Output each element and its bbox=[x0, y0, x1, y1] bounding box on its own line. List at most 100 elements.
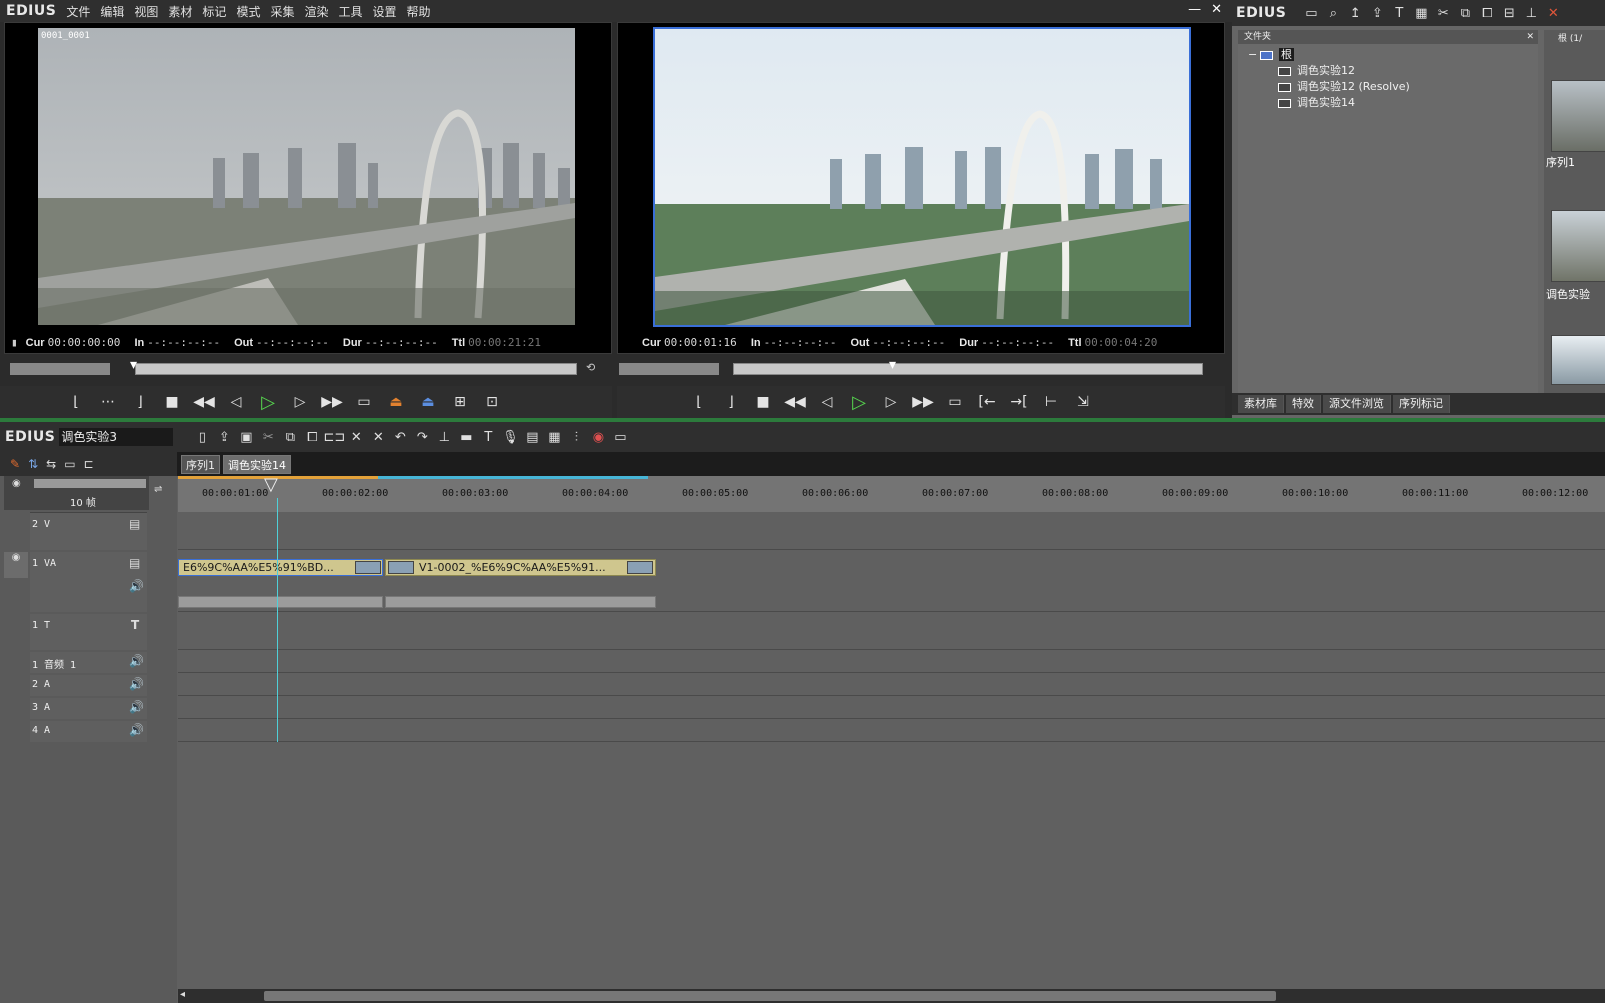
sync-icon[interactable]: ⊡ bbox=[478, 391, 506, 413]
rec-next-frame-icon[interactable]: ▷ bbox=[877, 391, 905, 413]
snap-icon[interactable]: ▭ bbox=[64, 457, 75, 471]
cut-icon[interactable]: ✂ bbox=[257, 427, 279, 447]
add-to-bin-icon[interactable]: ⊞ bbox=[446, 391, 474, 413]
timeline-clip[interactable]: E6%9C%AA%E5%91%BD... bbox=[178, 559, 383, 576]
add-to-timeline-icon[interactable]: ⊥ bbox=[1520, 3, 1542, 23]
set-in-icon[interactable]: ⌊ bbox=[62, 391, 90, 413]
folder-panel-close-icon[interactable]: ✕ bbox=[1526, 30, 1534, 44]
export-icon[interactable]: ⇲ bbox=[1069, 391, 1097, 413]
mode-icon[interactable]: ✎ bbox=[10, 457, 20, 471]
player-playhead-icon[interactable]: ▾ bbox=[130, 357, 137, 373]
redo-icon[interactable]: ↷ bbox=[411, 427, 433, 447]
track-a2-header[interactable]: 2 A 🔊 bbox=[30, 675, 147, 696]
up-folder-icon[interactable]: ↥ bbox=[1344, 3, 1366, 23]
title-icon[interactable]: T bbox=[477, 427, 499, 447]
rec-prev-frame-icon[interactable]: ◁ bbox=[813, 391, 841, 413]
delete-icon[interactable]: ✕ bbox=[345, 427, 367, 447]
speaker-icon[interactable]: 🔊 bbox=[129, 579, 144, 593]
clip-thumbnail[interactable] bbox=[1551, 80, 1605, 152]
trim-icon[interactable]: ⊢ bbox=[1037, 391, 1065, 413]
rec-stop-icon[interactable]: ■ bbox=[749, 391, 777, 413]
track-v2-header[interactable]: 2 V ▤ bbox=[30, 512, 147, 550]
scroll-left-icon[interactable]: ◂ bbox=[180, 989, 185, 1000]
rec-rewind-icon[interactable]: ◀◀ bbox=[781, 391, 809, 413]
import-icon[interactable]: ⇪ bbox=[1366, 3, 1388, 23]
tab-effects[interactable]: 特效 bbox=[1286, 395, 1321, 413]
lane-a1[interactable] bbox=[178, 652, 1605, 673]
speaker-icon[interactable]: 🔊 bbox=[129, 700, 144, 714]
rec-loop-icon[interactable]: ▭ bbox=[941, 391, 969, 413]
project-name-field[interactable]: 调色实验3 bbox=[59, 428, 174, 446]
video-track-icon[interactable]: ▤ bbox=[129, 517, 140, 531]
va1-eye-icon[interactable]: ◉ bbox=[4, 552, 28, 578]
scroll-thumb[interactable] bbox=[264, 991, 1276, 1001]
zoom-level[interactable]: 10 帧 bbox=[70, 494, 96, 509]
track-va1-header[interactable]: 1 VA ▤ 🔊 bbox=[30, 552, 147, 612]
overwrite-to-timeline-icon[interactable]: ⏏ bbox=[414, 391, 442, 413]
recorder-jog-slider[interactable] bbox=[619, 363, 719, 375]
timeline-clip[interactable]: V1-0002_%E6%9C%AA%E5%91... bbox=[385, 559, 656, 576]
tree-collapse-icon[interactable]: − bbox=[1248, 48, 1257, 61]
lane-a3[interactable] bbox=[178, 698, 1605, 719]
stop-icon[interactable]: ■ bbox=[158, 391, 186, 413]
color-bar-icon[interactable]: ▦ bbox=[1410, 3, 1432, 23]
track-t1-header[interactable]: 1 T T bbox=[30, 614, 147, 650]
player-position-bar[interactable] bbox=[135, 363, 577, 375]
open-project-icon[interactable]: ⇪ bbox=[213, 427, 235, 447]
next-frame-icon[interactable]: ▷ bbox=[286, 391, 314, 413]
prev-edit-icon[interactable]: [← bbox=[973, 391, 1001, 413]
audio-clip-bar[interactable] bbox=[178, 596, 383, 608]
tree-folder-1[interactable]: 调色实验12 bbox=[1278, 62, 1355, 78]
lane-t1[interactable] bbox=[178, 614, 1605, 650]
ripple-delete-icon[interactable]: ✕ bbox=[367, 427, 389, 447]
tab-sequence-active[interactable]: 调色实验14 bbox=[223, 455, 291, 474]
player-jog-slider[interactable] bbox=[10, 363, 110, 375]
sequence-settings-icon[interactable]: ▦ bbox=[543, 427, 565, 447]
menu-view[interactable]: 视图 bbox=[134, 3, 167, 20]
prev-frame-icon[interactable]: ◁ bbox=[222, 391, 250, 413]
mixer-icon[interactable]: ⫶ bbox=[565, 427, 587, 447]
folder-icon[interactable]: ▭ bbox=[1300, 3, 1322, 23]
paste-icon[interactable]: ⧠ bbox=[301, 427, 323, 447]
tree-folder-2[interactable]: 调色实验12 (Resolve) bbox=[1278, 78, 1410, 94]
ripple-icon[interactable]: ⇆ bbox=[46, 457, 56, 471]
set-out-icon[interactable]: ⌋ bbox=[126, 391, 154, 413]
track-a4-header[interactable]: 4 A 🔊 bbox=[30, 721, 147, 742]
tab-sequence-1[interactable]: 序列1 bbox=[181, 455, 220, 474]
speaker-icon[interactable]: 🔊 bbox=[129, 677, 144, 691]
video-track-icon[interactable]: ▤ bbox=[129, 556, 140, 570]
horizontal-scrollbar[interactable]: ◂ bbox=[178, 989, 1605, 1003]
track-a3-header[interactable]: 3 A 🔊 bbox=[30, 698, 147, 719]
menu-settings[interactable]: 设置 bbox=[373, 3, 406, 20]
rec-fast-forward-icon[interactable]: ▶▶ bbox=[909, 391, 937, 413]
sync-lock-icon[interactable]: ⇅ bbox=[28, 457, 38, 471]
loop-play-icon[interactable]: ▭ bbox=[350, 391, 378, 413]
clip-thumbnail[interactable] bbox=[1551, 335, 1605, 385]
show-in-player-icon[interactable]: ⊟ bbox=[1498, 3, 1520, 23]
fast-forward-icon[interactable]: ▶▶ bbox=[318, 391, 346, 413]
menu-file[interactable]: 文件 bbox=[66, 3, 99, 20]
play-icon[interactable]: ▷ bbox=[254, 391, 282, 413]
audio-clip-bar[interactable] bbox=[385, 596, 656, 608]
timeline-settings-icon[interactable]: ⇌ bbox=[154, 484, 162, 495]
menu-help[interactable]: 帮助 bbox=[407, 3, 440, 20]
track-a1-header[interactable]: 1 音频 1 🔊 bbox=[30, 652, 147, 673]
color-correct-icon[interactable]: ◉ bbox=[587, 427, 609, 447]
tab-sequence-markers[interactable]: 序列标记 bbox=[1393, 395, 1450, 413]
clip-thumbnail[interactable] bbox=[1551, 210, 1605, 282]
microphone-icon[interactable]: 🎙 bbox=[499, 427, 521, 447]
menu-mode[interactable]: 模式 bbox=[236, 3, 269, 20]
title-track-icon[interactable]: T bbox=[131, 618, 139, 632]
recorder-playhead-icon[interactable]: ▾ bbox=[889, 357, 896, 373]
copy-icon[interactable]: ⧉ bbox=[1454, 3, 1476, 23]
rec-set-out-icon[interactable]: ⌋ bbox=[717, 391, 745, 413]
paste-icon[interactable]: ⧠ bbox=[1476, 3, 1498, 23]
lane-va1[interactable]: E6%9C%AA%E5%91%BD... V1-0002_%E6%9C%AA%E… bbox=[178, 552, 1605, 612]
search-icon[interactable]: ⌕ bbox=[1322, 3, 1344, 23]
tab-source-browser[interactable]: 源文件浏览 bbox=[1323, 395, 1391, 413]
undo-icon[interactable]: ↶ bbox=[389, 427, 411, 447]
link-icon[interactable]: ⊏ bbox=[84, 457, 94, 471]
menu-capture[interactable]: 采集 bbox=[270, 3, 303, 20]
menu-render[interactable]: 渲染 bbox=[304, 3, 337, 20]
next-edit-icon[interactable]: →[ bbox=[1005, 391, 1033, 413]
